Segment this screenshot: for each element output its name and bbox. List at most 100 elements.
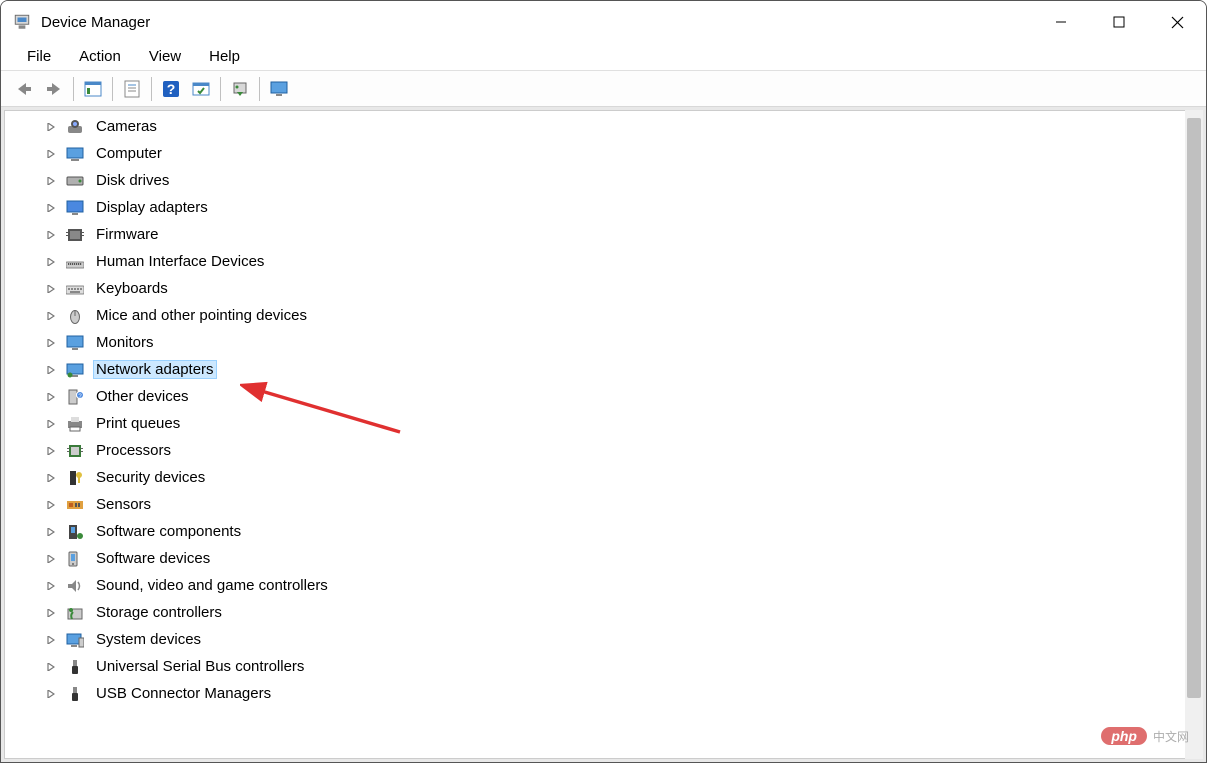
chevron-right-icon[interactable]	[43, 200, 59, 216]
chevron-right-icon[interactable]	[43, 119, 59, 135]
tree-item-other[interactable]: ?Other devices	[43, 383, 1202, 410]
chevron-right-icon[interactable]	[43, 497, 59, 513]
chevron-right-icon[interactable]	[43, 632, 59, 648]
tree-item-sound[interactable]: Sound, video and game controllers	[43, 572, 1202, 599]
tree-item-printer[interactable]: Print queues	[43, 410, 1202, 437]
software-device-icon	[65, 550, 85, 568]
network-icon	[65, 361, 85, 379]
scrollbar[interactable]	[1185, 110, 1203, 759]
titlebar: Device Manager	[1, 1, 1206, 43]
tree-item-software-component[interactable]: Software components	[43, 518, 1202, 545]
chevron-right-icon[interactable]	[43, 551, 59, 567]
watermark: php 中文网	[1101, 727, 1189, 745]
tree-item-label: Mice and other pointing devices	[93, 306, 310, 325]
chevron-right-icon[interactable]	[43, 416, 59, 432]
tree-item-sensor[interactable]: Sensors	[43, 491, 1202, 518]
chevron-right-icon[interactable]	[43, 605, 59, 621]
chevron-right-icon[interactable]	[43, 146, 59, 162]
show-hidden-button[interactable]	[78, 75, 108, 103]
chevron-right-icon[interactable]	[43, 254, 59, 270]
toolbar-separator	[73, 77, 74, 101]
tree-item-label: Security devices	[93, 468, 208, 487]
scan-hardware-button[interactable]	[186, 75, 216, 103]
chevron-right-icon[interactable]	[43, 173, 59, 189]
tree-item-label: Processors	[93, 441, 174, 460]
tree-item-software-device[interactable]: Software devices	[43, 545, 1202, 572]
tree-item-label: Firmware	[93, 225, 162, 244]
window-title: Device Manager	[41, 14, 1032, 31]
tree-item-label: Human Interface Devices	[93, 252, 267, 271]
content-area: Cameras ComputerDisk drives Display adapte…	[1, 107, 1206, 762]
monitor-button[interactable]	[264, 75, 294, 103]
tree-item-label: Cameras	[93, 117, 160, 136]
disk-icon	[65, 172, 85, 190]
computer-icon	[65, 145, 85, 163]
sound-icon	[65, 577, 85, 595]
tree-item-storage[interactable]: Storage controllers	[43, 599, 1202, 626]
tree-item-mouse[interactable]: Mice and other pointing devices	[43, 302, 1202, 329]
chevron-right-icon[interactable]	[43, 524, 59, 540]
printer-icon	[65, 415, 85, 433]
chevron-right-icon[interactable]	[43, 443, 59, 459]
chevron-right-icon[interactable]	[43, 659, 59, 675]
menu-file[interactable]: File	[13, 44, 65, 69]
tree-item-display[interactable]: Display adapters	[43, 194, 1202, 221]
tree-item-monitor[interactable]: Monitors	[43, 329, 1202, 356]
tree-item-hid[interactable]: Human Interface Devices	[43, 248, 1202, 275]
device-tree[interactable]: Cameras ComputerDisk drives Display adapte…	[4, 110, 1203, 759]
chevron-right-icon[interactable]	[43, 578, 59, 594]
tree-item-label: USB Connector Managers	[93, 684, 274, 703]
tree-item-usb-connector[interactable]: USB Connector Managers	[43, 680, 1202, 707]
tree-item-camera[interactable]: Cameras	[43, 113, 1202, 140]
tree-item-processor[interactable]: Processors	[43, 437, 1202, 464]
tree-item-security[interactable]: Security devices	[43, 464, 1202, 491]
chevron-right-icon[interactable]	[43, 227, 59, 243]
chevron-right-icon[interactable]	[43, 281, 59, 297]
tree-item-computer[interactable]: Computer	[43, 140, 1202, 167]
tree-item-network[interactable]: Network adapters	[43, 356, 1202, 383]
menubar: File Action View Help	[1, 43, 1206, 71]
menu-help[interactable]: Help	[195, 44, 254, 69]
system-icon	[65, 631, 85, 649]
tree-item-label: Network adapters	[93, 360, 217, 379]
menu-action[interactable]: Action	[65, 44, 135, 69]
tree-item-label: Other devices	[93, 387, 192, 406]
chevron-right-icon[interactable]	[43, 308, 59, 324]
tree-item-label: Keyboards	[93, 279, 171, 298]
chevron-right-icon[interactable]	[43, 362, 59, 378]
processor-icon	[65, 442, 85, 460]
properties-button[interactable]	[117, 75, 147, 103]
tree-item-usb[interactable]: Universal Serial Bus controllers	[43, 653, 1202, 680]
scrollbar-thumb[interactable]	[1187, 118, 1201, 698]
tree-item-keyboard[interactable]: Keyboards	[43, 275, 1202, 302]
tree-item-label: System devices	[93, 630, 204, 649]
minimize-button[interactable]	[1032, 1, 1090, 43]
back-button[interactable]	[9, 75, 39, 103]
hid-icon	[65, 253, 85, 271]
tree-item-disk[interactable]: Disk drives	[43, 167, 1202, 194]
chevron-right-icon[interactable]	[43, 335, 59, 351]
device-manager-window: Device Manager File Action View Help	[0, 0, 1207, 763]
tree-item-label: Display adapters	[93, 198, 211, 217]
help-button[interactable]: ?	[156, 75, 186, 103]
update-driver-button[interactable]	[225, 75, 255, 103]
tree-item-label: Software components	[93, 522, 244, 541]
close-button[interactable]	[1148, 1, 1206, 43]
tree-item-label: Print queues	[93, 414, 183, 433]
firmware-icon	[65, 226, 85, 244]
security-icon	[65, 469, 85, 487]
tree-item-system[interactable]: System devices	[43, 626, 1202, 653]
tree-item-firmware[interactable]: Firmware	[43, 221, 1202, 248]
toolbar-separator	[151, 77, 152, 101]
chevron-right-icon[interactable]	[43, 470, 59, 486]
maximize-button[interactable]	[1090, 1, 1148, 43]
chevron-right-icon[interactable]	[43, 686, 59, 702]
tree-item-label: Monitors	[93, 333, 157, 352]
app-icon	[13, 13, 31, 31]
window-controls	[1032, 1, 1206, 43]
forward-button[interactable]	[39, 75, 69, 103]
menu-view[interactable]: View	[135, 44, 195, 69]
toolbar: ?	[1, 71, 1206, 107]
chevron-right-icon[interactable]	[43, 389, 59, 405]
toolbar-separator	[259, 77, 260, 101]
